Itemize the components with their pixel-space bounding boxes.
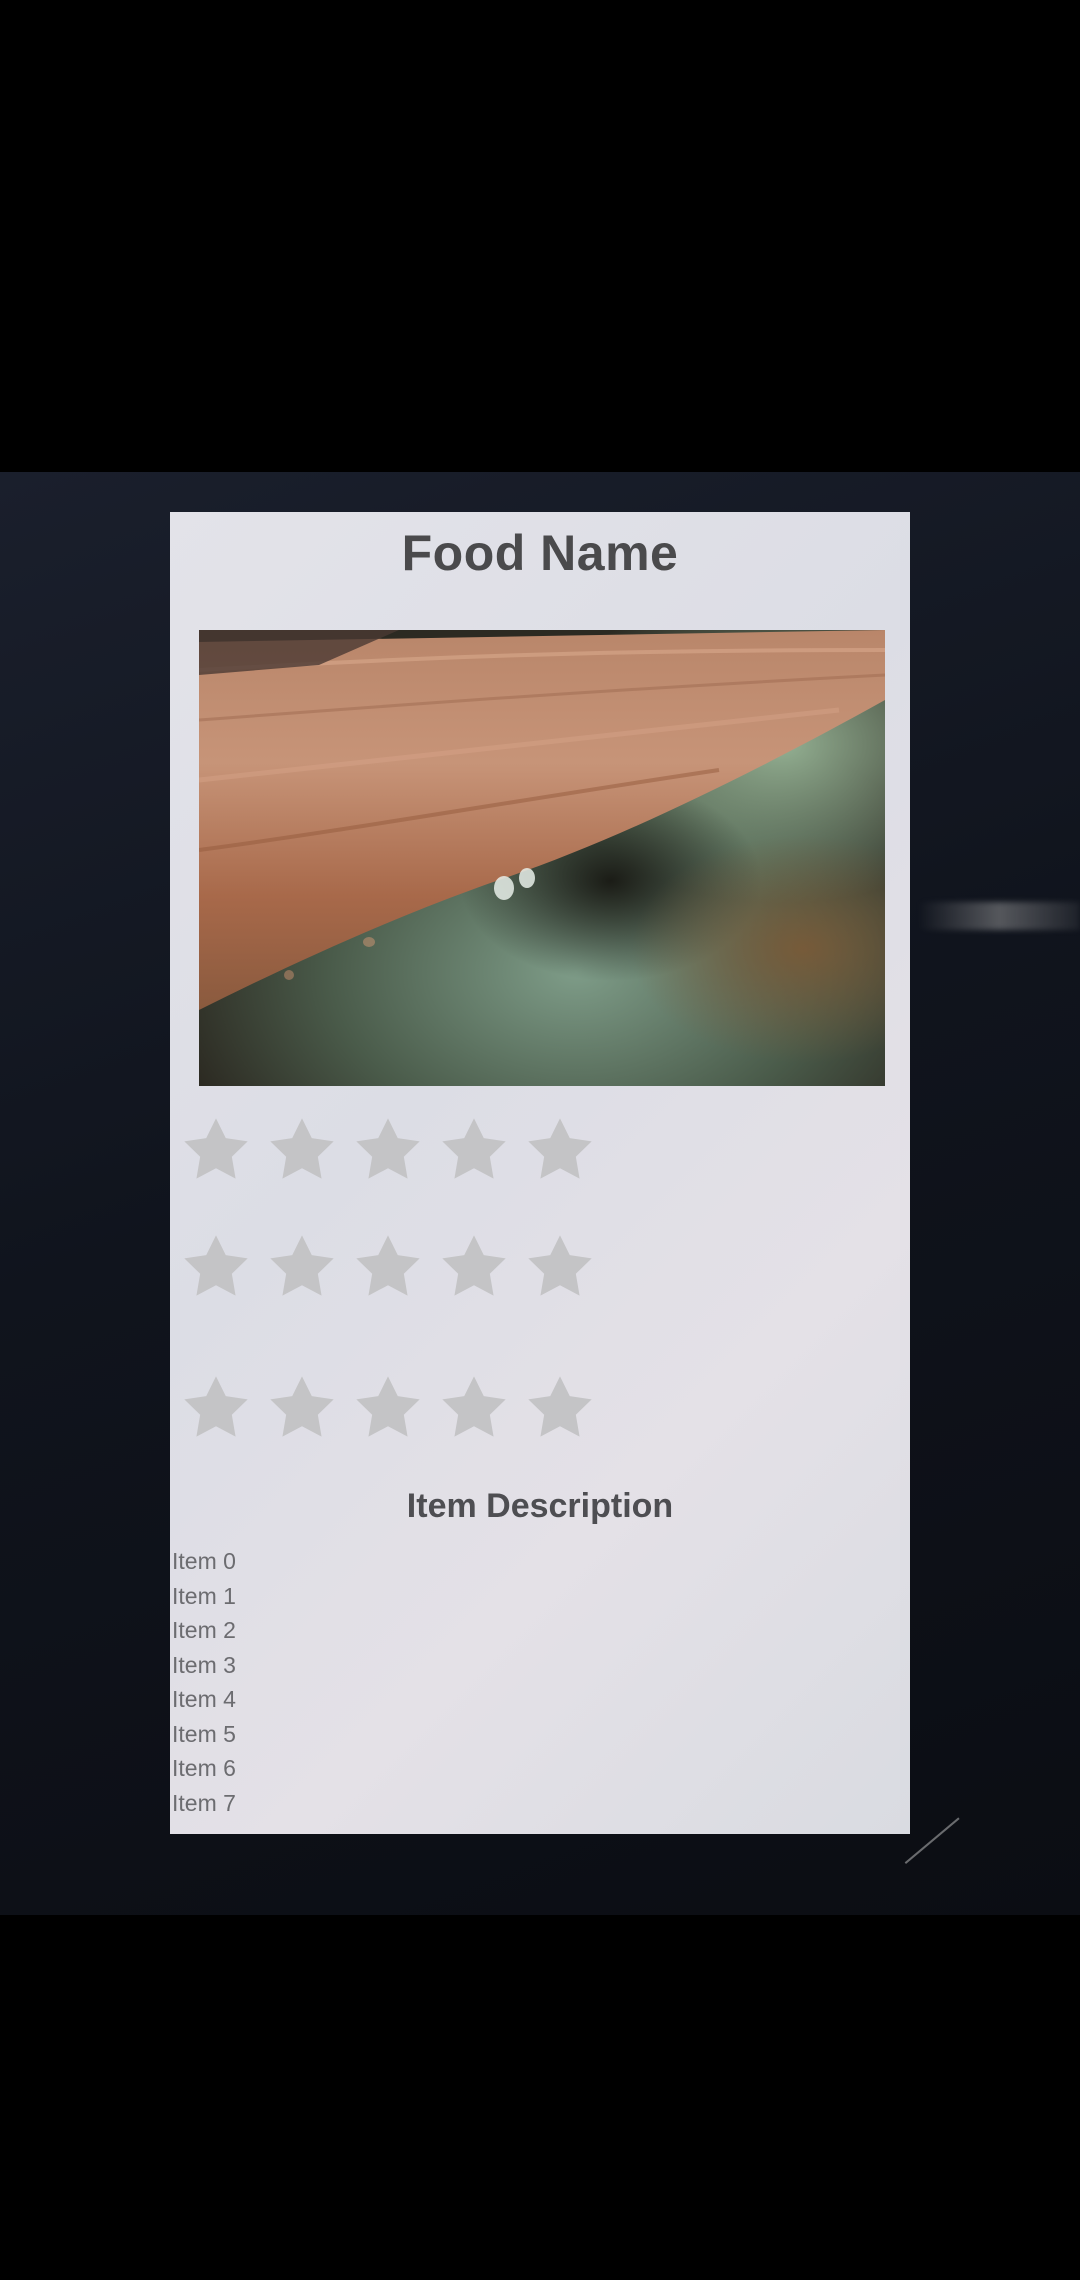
star-icon[interactable] <box>522 1370 598 1446</box>
star-icon[interactable] <box>264 1229 340 1305</box>
star-icon[interactable] <box>264 1112 340 1188</box>
screen-glare <box>918 902 1080 930</box>
star-icon[interactable] <box>350 1229 426 1305</box>
food-photo <box>199 630 885 1086</box>
rating-bar-1[interactable] <box>178 1112 598 1188</box>
list-item[interactable]: Item 5 <box>172 1717 236 1752</box>
list-item[interactable]: Item 7 <box>172 1786 236 1821</box>
star-icon[interactable] <box>350 1112 426 1188</box>
star-icon[interactable] <box>436 1112 512 1188</box>
rating-bar-3[interactable] <box>178 1370 598 1446</box>
star-icon[interactable] <box>522 1112 598 1188</box>
app-screen: Food Name Item Description Item 0 Item 1… <box>170 512 910 1834</box>
list-item[interactable]: Item 3 <box>172 1648 236 1683</box>
food-image <box>199 630 885 1086</box>
page-title: Food Name <box>401 525 679 581</box>
list-item[interactable]: Item 1 <box>172 1579 236 1614</box>
star-icon[interactable] <box>178 1229 254 1305</box>
star-icon[interactable] <box>350 1370 426 1446</box>
description-title: Item Description <box>406 1487 674 1525</box>
item-list: Item 0 Item 1 Item 2 Item 3 Item 4 Item … <box>172 1544 236 1820</box>
list-item[interactable]: Item 6 <box>172 1751 236 1786</box>
rating-bar-2[interactable] <box>178 1229 598 1305</box>
star-icon[interactable] <box>436 1370 512 1446</box>
star-icon[interactable] <box>178 1370 254 1446</box>
list-item[interactable]: Item 0 <box>172 1544 236 1579</box>
list-item[interactable]: Item 4 <box>172 1682 236 1717</box>
photo-frame: Food Name Item Description Item 0 Item 1… <box>0 0 1080 2280</box>
star-icon[interactable] <box>264 1370 340 1446</box>
star-icon[interactable] <box>178 1112 254 1188</box>
star-icon[interactable] <box>522 1229 598 1305</box>
star-icon[interactable] <box>436 1229 512 1305</box>
list-item[interactable]: Item 2 <box>172 1613 236 1648</box>
